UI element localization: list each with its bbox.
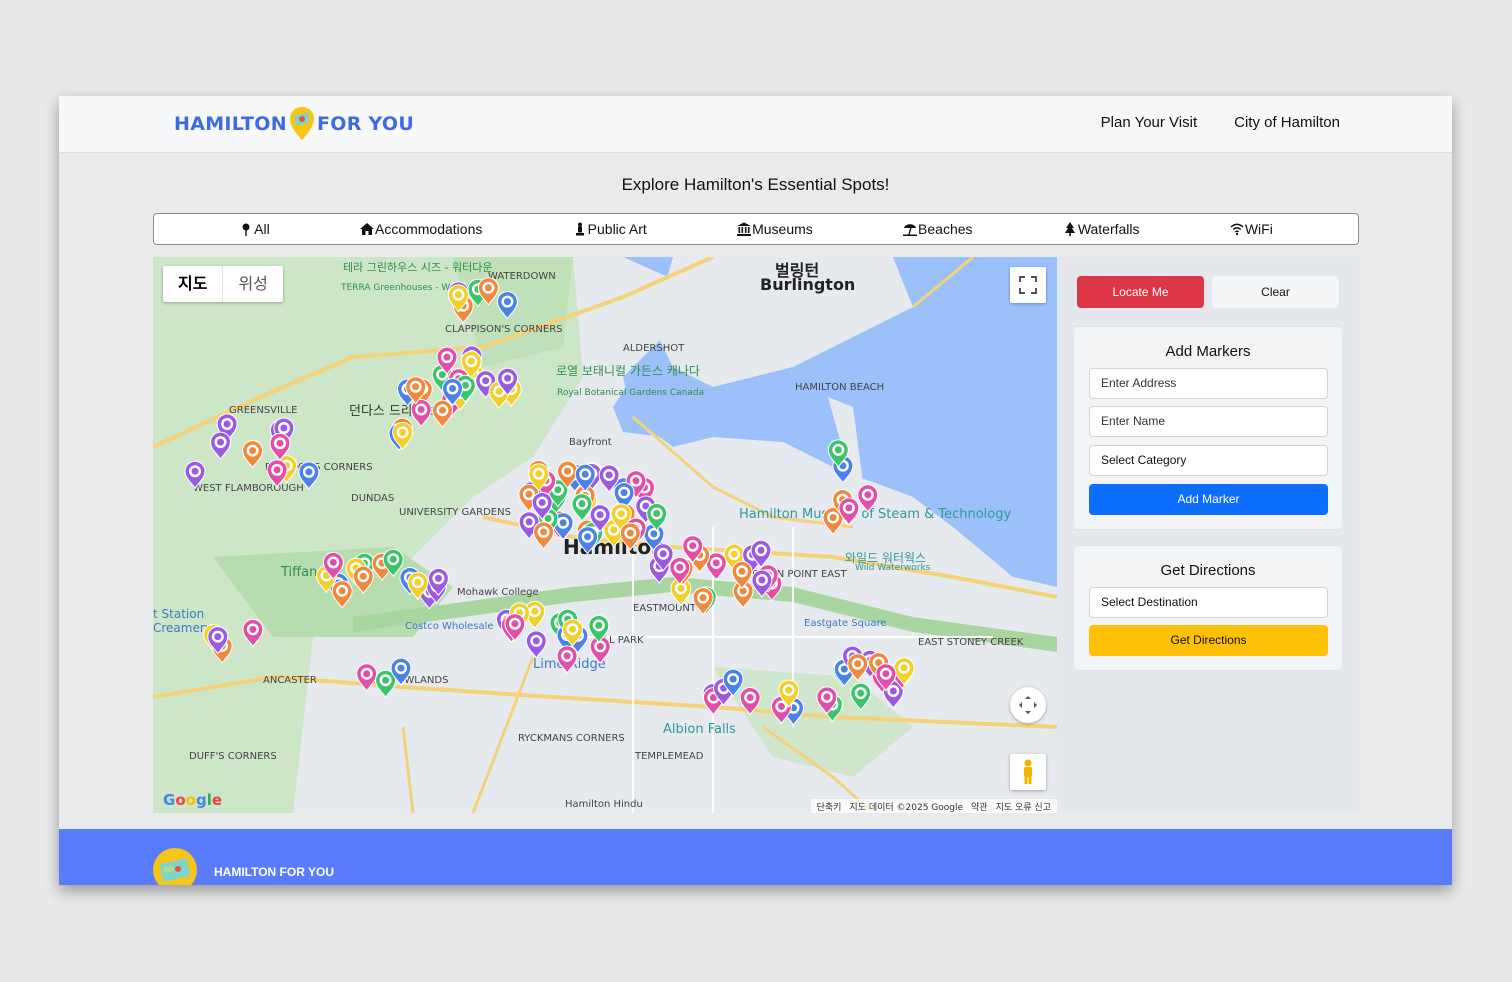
map-type-map-button[interactable]: 지도: [163, 266, 222, 302]
wifi-marker[interactable]: [266, 459, 288, 488]
pegman-icon: [1024, 759, 1032, 784]
map-type-toggle: 지도 위성: [163, 266, 283, 302]
public-art-marker[interactable]: [850, 682, 872, 712]
museum-marker[interactable]: [209, 431, 232, 461]
map-markers-layer: [184, 277, 915, 726]
get-directions-button[interactable]: Get Directions: [1089, 625, 1328, 656]
nav-city-of-hamilton[interactable]: City of Hamilton: [1234, 114, 1340, 131]
get-directions-card: Get Directions Select Destination Get Di…: [1073, 545, 1343, 671]
wifi-marker[interactable]: [410, 399, 432, 428]
category-filter-bar: All Accommodations Public Art Museums Be…: [153, 213, 1359, 245]
site-logo[interactable]: HAMILTON FOR YOU: [174, 107, 415, 140]
wifi-marker[interactable]: [857, 484, 879, 513]
nav-plan-your-visit[interactable]: Plan Your Visit: [1101, 114, 1197, 131]
category-label: Beaches: [918, 221, 973, 237]
pan-arrows-icon: [1019, 696, 1037, 714]
logo-text-right: FOR YOU: [316, 113, 415, 135]
pin-icon: [242, 223, 250, 236]
house-icon: [359, 223, 374, 235]
add-marker-button[interactable]: Add Marker: [1089, 484, 1328, 515]
footer-title: HAMILTON FOR YOU: [214, 865, 334, 879]
wifi-marker[interactable]: [356, 663, 378, 692]
attrib-report[interactable]: 지도 오류 신고: [996, 800, 1051, 813]
category-wifi[interactable]: WiFi: [1230, 221, 1273, 237]
beach-marker[interactable]: [298, 461, 320, 490]
locate-me-button[interactable]: Locate Me: [1077, 276, 1204, 308]
category-label: All: [254, 221, 270, 237]
category-public-art[interactable]: Public Art: [573, 221, 647, 237]
street-view-pegman-button[interactable]: [1010, 754, 1046, 790]
statue-icon: [575, 222, 584, 236]
wifi-marker[interactable]: [556, 645, 578, 674]
name-input[interactable]: Enter Name: [1089, 406, 1328, 437]
clear-button[interactable]: Clear: [1212, 276, 1339, 308]
waterfall-icon: [1064, 222, 1075, 236]
museum-marker[interactable]: [525, 630, 547, 659]
accommodation-marker[interactable]: [533, 521, 555, 550]
category-beaches[interactable]: Beaches: [903, 221, 973, 237]
accommodation-marker[interactable]: [431, 399, 454, 429]
wifi-marker[interactable]: [739, 687, 761, 716]
beach-marker[interactable]: [577, 526, 599, 555]
category-all[interactable]: All: [239, 221, 270, 237]
browser-window: HAMILTON FOR YOU Plan Your Visit City of…: [59, 96, 1452, 885]
museum-icon: [737, 222, 752, 236]
logo-text-left: HAMILTON: [174, 113, 287, 135]
category-accommodations[interactable]: Accommodations: [359, 221, 483, 237]
fullscreen-icon: [1019, 276, 1037, 294]
address-input[interactable]: Enter Address: [1089, 368, 1328, 399]
fullscreen-button[interactable]: [1010, 267, 1046, 303]
category-museums[interactable]: Museums: [737, 221, 813, 237]
attrib-terms[interactable]: 약관: [971, 800, 988, 813]
category-label: Public Art: [587, 221, 647, 237]
beach-marker[interactable]: [496, 291, 518, 320]
category-label: Accommodations: [374, 221, 483, 237]
category-waterfalls[interactable]: Waterfalls: [1063, 221, 1140, 237]
destination-select[interactable]: Select Destination: [1089, 587, 1328, 618]
map-type-satellite-button[interactable]: 위성: [222, 266, 282, 302]
side-panel: Locate Me Clear Add Markers Enter Addres…: [1057, 257, 1359, 813]
accommodation-marker[interactable]: [331, 580, 353, 609]
category-select[interactable]: Select Category: [1089, 445, 1328, 476]
footer-logo-icon: [153, 848, 197, 885]
category-label: Museums: [752, 221, 813, 237]
attrib-shortcuts[interactable]: 단축키: [817, 800, 842, 813]
add-markers-card: Add Markers Enter Address Enter Name Sel…: [1073, 326, 1343, 530]
museum-marker[interactable]: [184, 460, 206, 490]
public-art-marker[interactable]: [571, 493, 593, 522]
accommodation-marker[interactable]: [352, 565, 374, 595]
google-logo: Google: [163, 791, 223, 809]
top-navbar: HAMILTON FOR YOU Plan Your Visit City of…: [59, 96, 1452, 153]
map-pan-control[interactable]: [1010, 687, 1046, 723]
wifi-icon: [1230, 223, 1244, 236]
logo-pin-icon: [289, 107, 314, 140]
wifi-marker[interactable]: [242, 618, 264, 648]
footer: HAMILTON FOR YOU: [59, 829, 1452, 885]
main-nav: Plan Your Visit City of Hamilton: [1101, 114, 1340, 131]
accommodation-marker[interactable]: [619, 522, 641, 551]
umbrella-icon: [903, 224, 918, 236]
map-view[interactable]: 벌링턴 Burlington WATERDOWN 테라 그린하우스 시즈 - 워…: [153, 257, 1057, 813]
accommodation-marker[interactable]: [242, 440, 264, 469]
attrib-data: 지도 데이터 ©2025 Google: [849, 802, 964, 813]
map-attribution: 단축키 지도 데이터 ©2025 Google 약관 지도 오류 신고: [810, 799, 1057, 813]
category-label: Waterfalls: [1077, 221, 1140, 237]
accommodation-marker[interactable]: [692, 587, 714, 616]
add-markers-title: Add Markers: [1165, 343, 1251, 360]
page-title: Explore Hamilton's Essential Spots!: [621, 175, 890, 194]
category-label: WiFi: [1244, 221, 1273, 237]
get-directions-title: Get Directions: [1160, 562, 1256, 579]
